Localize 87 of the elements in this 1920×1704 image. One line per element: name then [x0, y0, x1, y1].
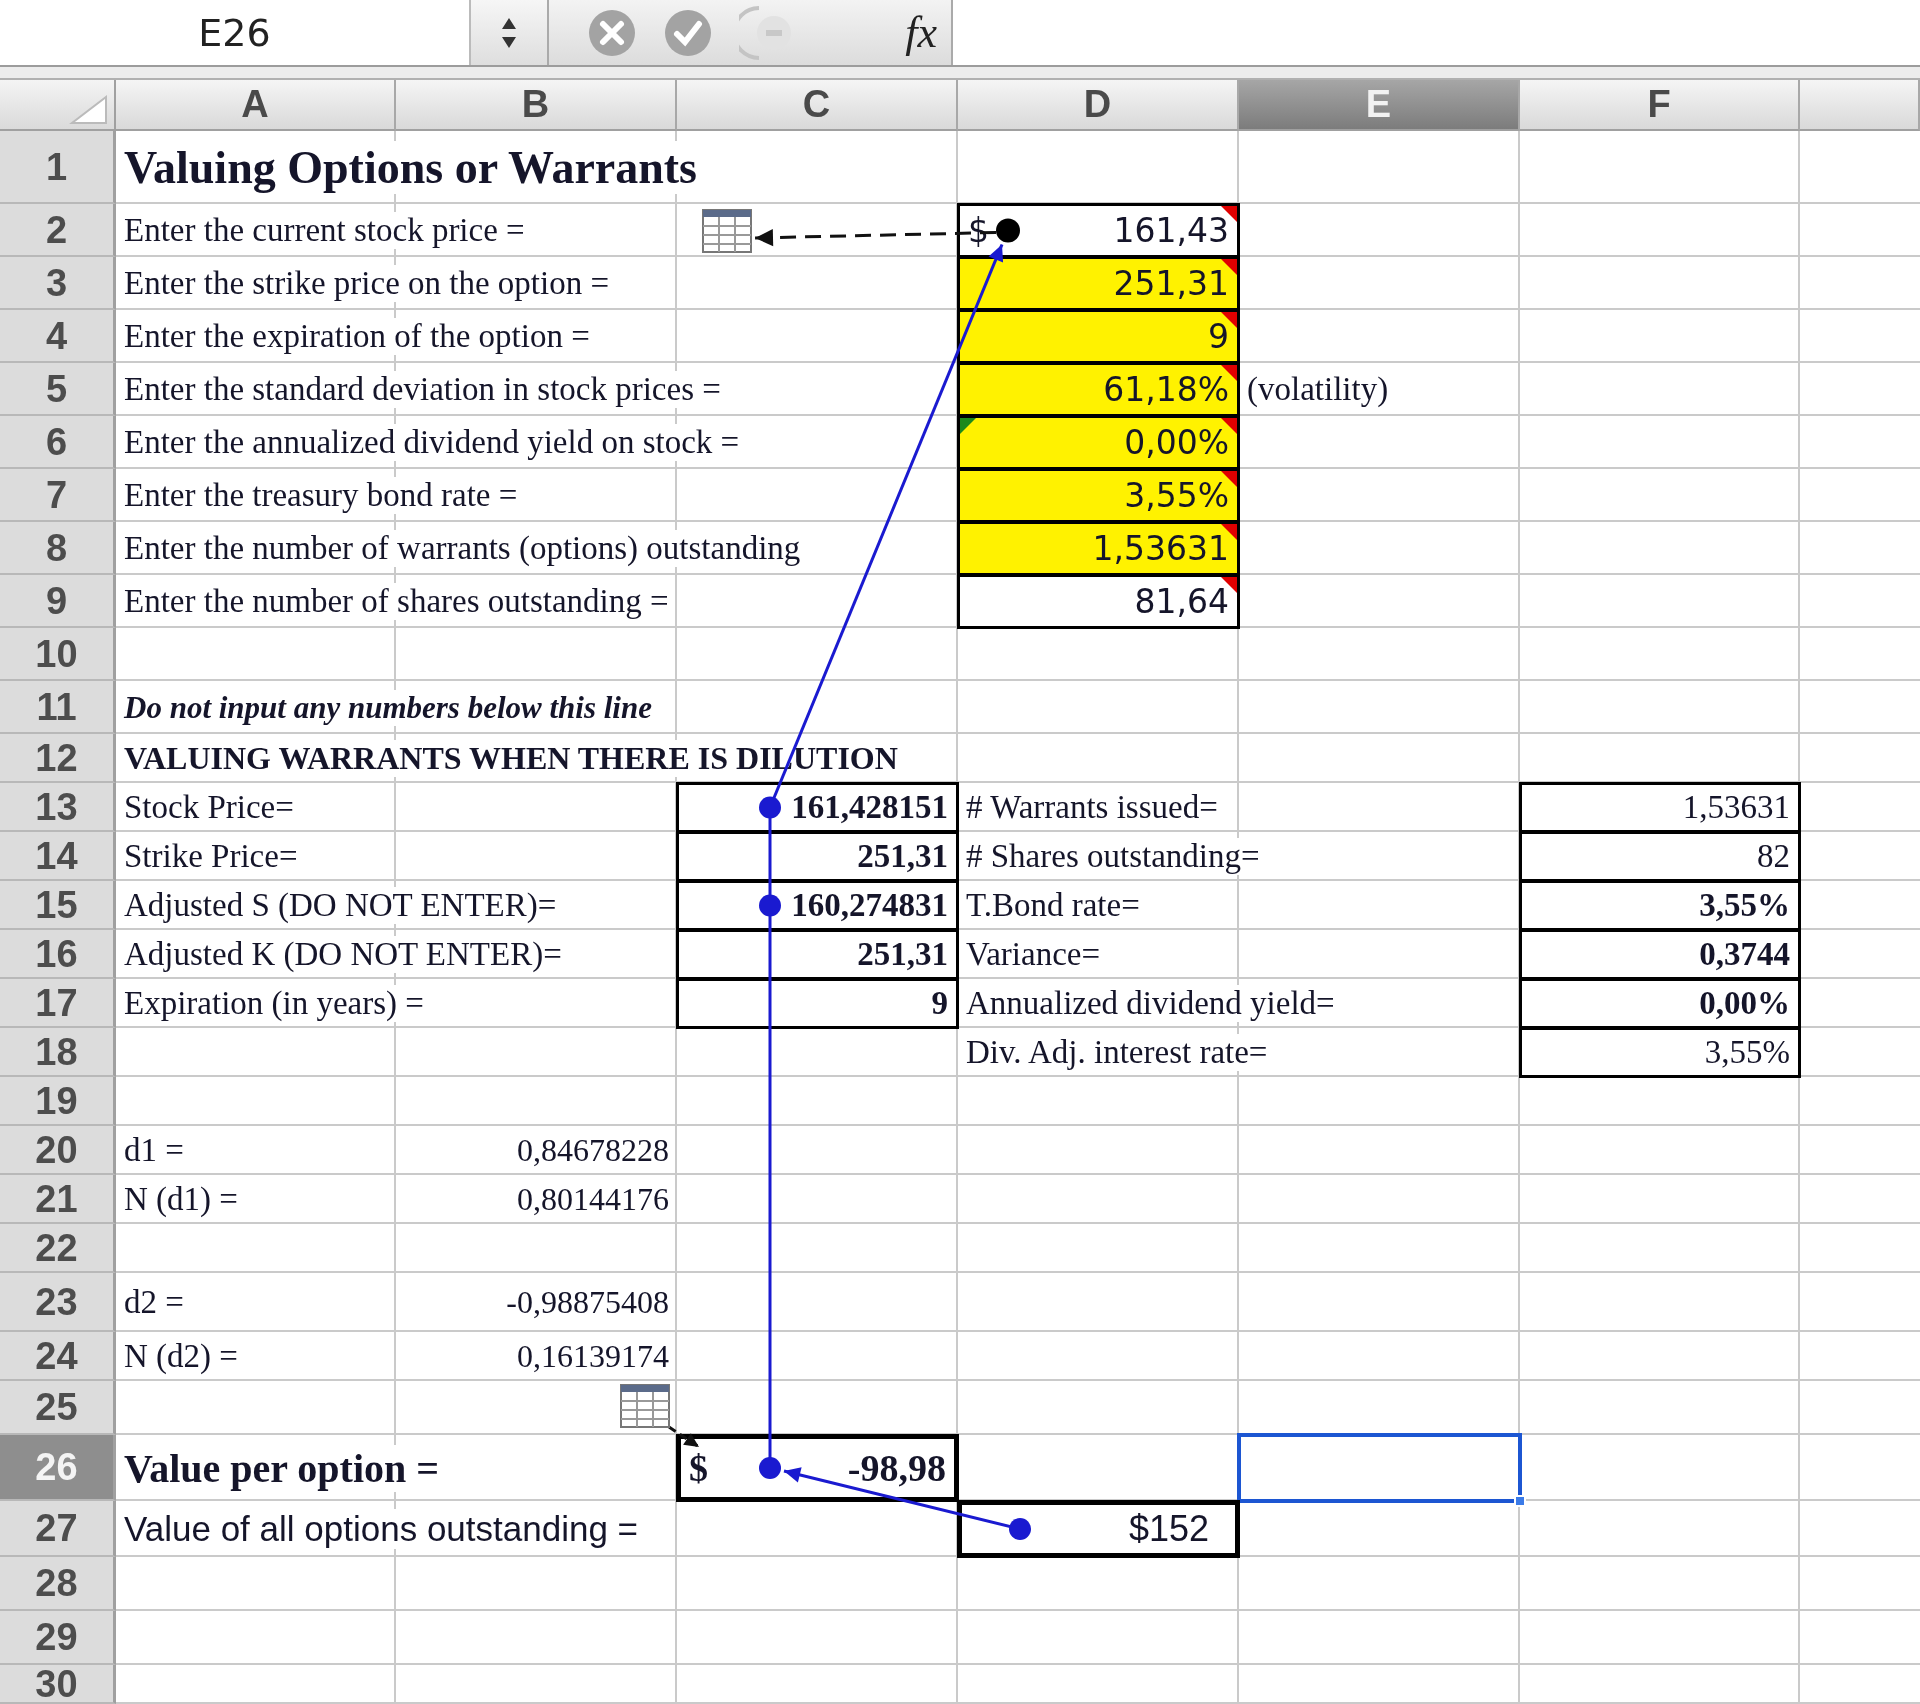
cell-label: Enter the number of warrants (options) outstanding	[124, 530, 801, 567]
cell-value: 161,43	[1113, 211, 1229, 250]
cell-label: Enter the current stock price =	[124, 212, 525, 249]
trace-dot	[759, 894, 781, 917]
cell-label: Enter the strike price on the option =	[124, 265, 610, 302]
trace-dot	[1009, 1518, 1031, 1540]
row-header[interactable]: 21	[0, 1175, 116, 1224]
column-header[interactable]: A	[116, 80, 396, 131]
cell-value: 1,53631	[1092, 529, 1229, 568]
cell-label: Div. Adj. interest rate=	[966, 1034, 1268, 1071]
row-header[interactable]: 2	[0, 204, 116, 257]
row-header[interactable]: 19	[0, 1077, 116, 1126]
row-header[interactable]: 16	[0, 930, 116, 979]
trace-arrow	[668, 1425, 700, 1449]
cell-label: # Shares outstanding=	[966, 838, 1260, 875]
row-header[interactable]: 22	[0, 1224, 116, 1273]
row-header[interactable]: 12	[0, 734, 116, 783]
row-header[interactable]: 28	[0, 1557, 116, 1611]
row-header[interactable]: 20	[0, 1126, 116, 1175]
row-header[interactable]: 17	[0, 979, 116, 1028]
cell-value: 160,274831	[791, 887, 948, 924]
cell-label: Enter the treasury bond rate =	[124, 477, 518, 514]
cell-label: Expiration (in years) =	[124, 985, 424, 1022]
cell-value: 251,31	[857, 936, 948, 973]
row-header[interactable]: 8	[0, 522, 116, 575]
row-header[interactable]: 6	[0, 416, 116, 469]
cell-label: Annualized dividend yield=	[966, 985, 1335, 1022]
cell-value: 251,31	[857, 838, 948, 875]
cell-value: 3,55%	[1704, 1034, 1790, 1071]
cell-label: Adjusted K (DO NOT ENTER)=	[124, 936, 562, 973]
cell-value: -98,98	[847, 1446, 946, 1490]
cell-label: Enter the standard deviation in stock prices =	[124, 371, 721, 408]
row-header[interactable]: 23	[0, 1273, 116, 1332]
row-header[interactable]: 9	[0, 575, 116, 628]
cell-value: 9	[931, 985, 948, 1022]
cell-label: Enter the annualized dividend yield on stock =	[124, 424, 740, 461]
row-header[interactable]: 5	[0, 363, 116, 416]
column-header[interactable]: D	[958, 80, 1239, 131]
row-header[interactable]: 18	[0, 1028, 116, 1077]
trace-dot	[759, 796, 781, 819]
worksheet-icon	[702, 209, 752, 253]
trace-dot	[996, 218, 1020, 243]
cell-value: $152	[1128, 1508, 1209, 1550]
fill-handle[interactable]	[1514, 1495, 1526, 1507]
cell-label: Enter the expiration of the option =	[124, 318, 590, 355]
column-header[interactable]	[1800, 80, 1920, 131]
note-text: Do not input any numbers below this line	[124, 689, 652, 726]
worksheet-icon	[620, 1384, 670, 1428]
cell-value: 0,00%	[1124, 423, 1229, 462]
cell-label: Value per option =	[124, 1444, 440, 1492]
currency-symbol: $	[689, 1446, 708, 1490]
column-header[interactable]: B	[396, 80, 677, 131]
cell-cursor[interactable]	[1237, 1433, 1522, 1503]
cell-value: 82	[1757, 838, 1790, 875]
row-header[interactable]: 4	[0, 310, 116, 363]
cell-value: 1,53631	[1682, 789, 1790, 826]
fx-label[interactable]: fx	[905, 7, 937, 58]
cell-value: 81,64	[1134, 582, 1229, 621]
select-all-icon[interactable]	[68, 95, 108, 125]
cell-value: 0,3744	[1699, 936, 1790, 973]
column-header[interactable]: F	[1520, 80, 1800, 131]
cell-label: Value of all options outstanding =	[124, 1509, 639, 1549]
cell-value: 9	[1208, 317, 1229, 356]
cell-value: 3,55%	[1124, 476, 1229, 515]
sheet-title: Valuing Options or Warrants	[124, 141, 698, 194]
row-header[interactable]: 13	[0, 783, 116, 832]
row-header[interactable]: 25	[0, 1381, 116, 1435]
cell-value: 61,18%	[1103, 370, 1229, 409]
cell-value: 251,31	[1113, 264, 1229, 303]
cell-value: 3,55%	[1699, 887, 1790, 924]
column-header[interactable]: C	[677, 80, 958, 131]
row-header[interactable]: 27	[0, 1501, 116, 1557]
row-header[interactable]: 3	[0, 257, 116, 310]
cell-value: 0,00%	[1699, 985, 1790, 1022]
row-header[interactable]: 7	[0, 469, 116, 522]
cell-label: Adjusted S (DO NOT ENTER)=	[124, 887, 557, 924]
cell-label: Enter the number of shares outstanding =	[124, 583, 669, 620]
row-header[interactable]: 10	[0, 628, 116, 681]
row-header[interactable]: 15	[0, 881, 116, 930]
row-header[interactable]: 1	[0, 131, 116, 204]
row-header[interactable]: 30	[0, 1665, 116, 1704]
row-header[interactable]: 29	[0, 1611, 116, 1665]
row-header[interactable]: 14	[0, 832, 116, 881]
cell-value: 161,428151	[791, 789, 948, 826]
trace-dot	[759, 1457, 781, 1479]
row-header[interactable]: 11	[0, 681, 116, 734]
row-header[interactable]: 24	[0, 1332, 116, 1381]
